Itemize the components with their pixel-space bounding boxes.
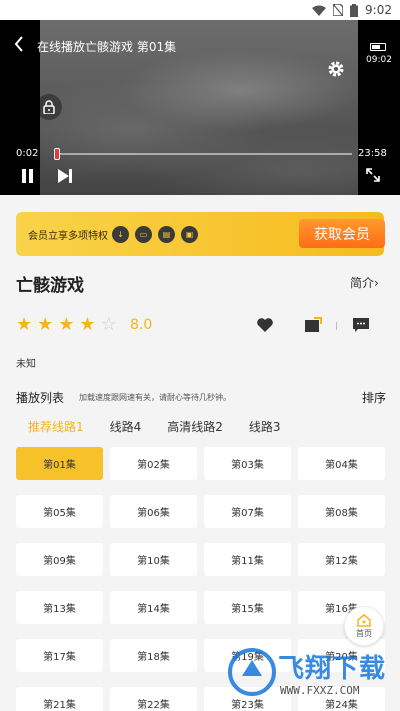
hd-perk-icon: ▤ [158, 225, 175, 243]
heart-icon[interactable] [256, 317, 274, 333]
watermark-logo-icon [228, 648, 276, 696]
episode-button[interactable]: 第22集 [110, 687, 197, 711]
playlist-hint: 加载速度跟网速有关，请耐心等待几秒钟。 [79, 393, 231, 402]
episode-button[interactable]: 第02集 [110, 447, 197, 480]
download-perk-icon: ↓ [112, 225, 129, 243]
wifi-icon [312, 5, 327, 16]
vip-text: 会员立享多项特权 [28, 230, 108, 242]
route-tabs: 推荐线路1 线路4 高清线路2 线路3 [28, 418, 307, 435]
intro-label: 简介 [350, 276, 375, 290]
gear-icon[interactable] [327, 60, 345, 78]
cast-perk-icon: ▣ [181, 225, 198, 243]
episode-button[interactable]: 第14集 [110, 591, 197, 624]
episode-button[interactable]: 第21集 [16, 687, 103, 711]
rating-stars: ★ ★ ★ ★ ☆ [16, 316, 117, 334]
episode-button[interactable]: 第04集 [298, 447, 385, 480]
episode-button[interactable]: 第08集 [298, 495, 385, 528]
star-icon: ★ [16, 314, 33, 335]
watermark-text: 飞翔下载 [278, 654, 387, 684]
episode-button[interactable]: 第09集 [16, 543, 103, 576]
divider [336, 322, 337, 330]
route-tab[interactable]: 线路4 [110, 418, 142, 435]
show-meta: 未知 [16, 359, 36, 370]
player-battery-icon [370, 43, 386, 51]
screen-perk-icon: ▭ [135, 225, 152, 243]
app-screen: 9:02 在线播放亡骸游戏 第01集 09:02 0:02 23:58 会员立享… [0, 0, 400, 711]
video-player[interactable]: 在线播放亡骸游戏 第01集 09:02 0:02 23:58 [0, 20, 400, 195]
star-empty-icon: ☆ [100, 314, 117, 335]
star-icon: ★ [79, 314, 96, 335]
progress-thumb[interactable] [54, 148, 60, 160]
star-icon: ★ [58, 314, 75, 335]
episode-button[interactable]: 第07集 [204, 495, 291, 528]
episode-button[interactable]: 第11集 [204, 543, 291, 576]
status-time: 9:02 [365, 3, 392, 17]
episode-button[interactable]: 第05集 [16, 495, 103, 528]
episode-button[interactable]: 第17集 [16, 639, 103, 672]
next-episode-icon[interactable] [57, 168, 73, 184]
episode-button[interactable]: 第15集 [204, 591, 291, 624]
sort-button[interactable]: 排序 [362, 389, 386, 406]
show-title: 亡骸游戏 [16, 276, 84, 296]
progress-track[interactable] [56, 153, 352, 155]
current-time: 0:02 [16, 148, 39, 159]
no-sim-icon [333, 4, 344, 16]
episode-button[interactable]: 第01集 [16, 447, 103, 480]
episode-button[interactable]: 第18集 [110, 639, 197, 672]
episode-button[interactable]: 第13集 [16, 591, 103, 624]
route-tab[interactable]: 线路3 [249, 418, 281, 435]
watermark-url: WWW.FXXZ.COM [280, 684, 360, 697]
chevron-right-icon: › [374, 276, 379, 290]
fullscreen-icon[interactable] [365, 167, 381, 183]
playlist-label: 播放列表 [16, 391, 65, 405]
episode-button[interactable]: 第06集 [110, 495, 197, 528]
route-tab[interactable]: 高清线路2 [167, 418, 223, 435]
video-title: 在线播放亡骸游戏 第01集 [37, 40, 177, 54]
intro-link[interactable]: 简介› [350, 274, 379, 291]
get-vip-button[interactable]: 获取会员 [299, 219, 385, 248]
vip-perks: ↓ ▭ ▤ ▣ [112, 225, 198, 243]
comment-icon[interactable] [352, 317, 370, 333]
watermark: 飞翔下载 WWW.FXXZ.COM [222, 632, 400, 711]
star-icon: ★ [37, 314, 54, 335]
player-clock: 09:02 [366, 55, 392, 65]
home-icon [357, 613, 371, 627]
lock-icon[interactable] [36, 94, 62, 120]
episode-button[interactable]: 第03集 [204, 447, 291, 480]
episode-button[interactable]: 第10集 [110, 543, 197, 576]
battery-icon [350, 3, 359, 17]
share-icon[interactable] [304, 317, 322, 333]
route-tab[interactable]: 推荐线路1 [28, 418, 84, 435]
duration: 23:58 [358, 148, 387, 159]
back-arrow-icon[interactable] [14, 33, 24, 57]
pause-icon[interactable] [20, 168, 36, 184]
episode-button[interactable]: 第12集 [298, 543, 385, 576]
vip-banner[interactable]: 会员立享多项特权 ↓ ▭ ▤ ▣ 获取会员 [16, 212, 385, 256]
status-bar: 9:02 [0, 0, 400, 20]
rating-score: 8.0 [130, 317, 153, 333]
